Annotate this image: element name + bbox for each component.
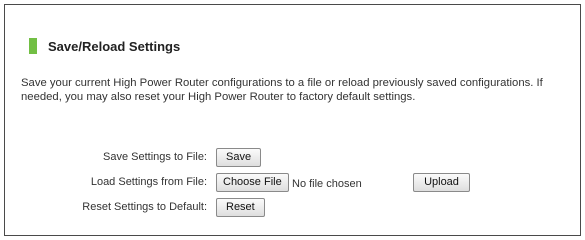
section-title: Save/Reload Settings <box>48 38 181 54</box>
section-header: Save/Reload Settings <box>29 38 180 54</box>
section-accent-marker <box>29 38 37 54</box>
save-settings-label: Save Settings to File: <box>103 151 207 163</box>
settings-panel: Save/Reload Settings Save your current H… <box>4 4 581 236</box>
save-settings-row: Save Settings to File: Save <box>5 148 582 170</box>
upload-button[interactable]: Upload <box>413 173 470 192</box>
reset-settings-row: Reset Settings to Default: Reset <box>5 198 582 220</box>
reset-button[interactable]: Reset <box>216 198 265 217</box>
load-settings-row: Load Settings from File: Choose File No … <box>5 173 582 195</box>
choose-file-button[interactable]: Choose File <box>216 173 289 192</box>
reset-settings-label: Reset Settings to Default: <box>82 201 207 213</box>
load-settings-label: Load Settings from File: <box>90 176 207 188</box>
save-button[interactable]: Save <box>216 148 262 167</box>
file-chosen-status: No file chosen <box>292 178 362 190</box>
section-description: Save your current High Power Router conf… <box>21 77 543 103</box>
